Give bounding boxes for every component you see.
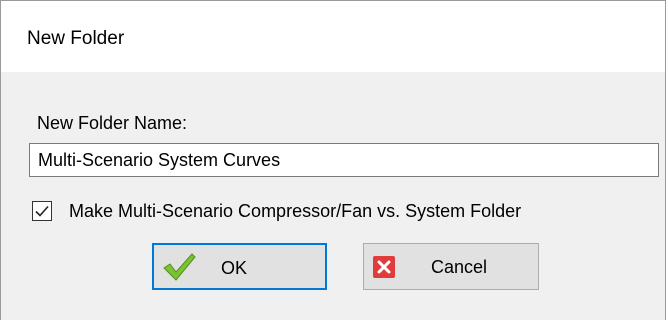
folder-name-label: New Folder Name: [37,113,188,133]
dialog-title: New Folder [27,28,125,49]
system-folder-checkbox[interactable] [32,201,52,221]
system-folder-option[interactable]: Make Multi-Scenario Compressor/Fan vs. S… [32,200,521,222]
checkmark-icon [35,205,49,217]
system-folder-label: Make Multi-Scenario Compressor/Fan vs. S… [69,201,522,221]
dialog-title-bar: New Folder [1,1,665,72]
folder-name-input[interactable] [29,143,659,177]
ok-button[interactable]: OK [152,243,327,290]
green-checkmark-icon [162,251,196,283]
new-folder-dialog: New Folder New Folder Name: Make Multi-S… [0,0,666,320]
ok-button-label: OK [221,258,248,278]
cancel-button-label: Cancel [431,257,488,277]
red-x-icon [373,256,395,278]
cancel-button[interactable]: Cancel [363,243,539,290]
